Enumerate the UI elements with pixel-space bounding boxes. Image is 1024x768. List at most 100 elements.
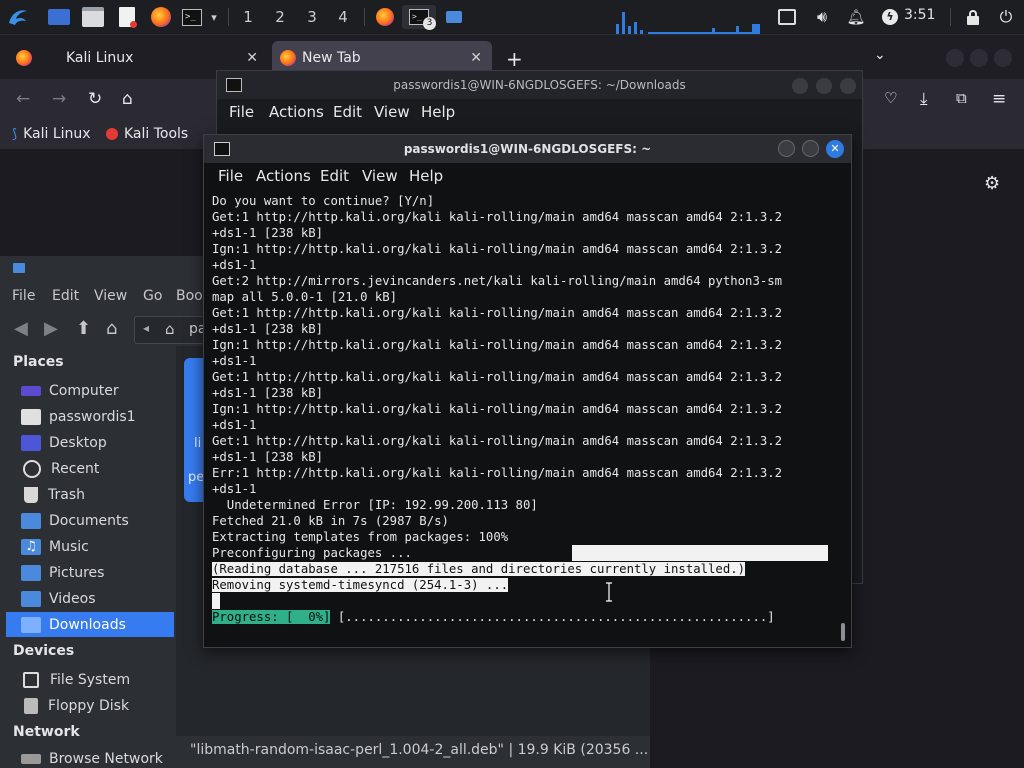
reload-icon[interactable]: ↻ — [88, 89, 102, 109]
gear-icon[interactable]: ⚙ — [984, 173, 1000, 194]
menu-view[interactable]: View — [362, 167, 398, 185]
terminal-line: +ds1-1 [238 kB] — [212, 450, 324, 464]
desktop-icon[interactable] — [46, 5, 72, 29]
workspace-2[interactable]: 2 — [267, 6, 293, 28]
maximize-button[interactable] — [802, 140, 819, 157]
sidebar-item-file-system[interactable]: File System — [6, 667, 174, 692]
menu-file[interactable]: File — [218, 167, 243, 185]
up-arrow-icon[interactable]: ⬆ — [76, 318, 91, 339]
fm-menu-file[interactable]: File — [12, 288, 35, 304]
bookmark-kali-tools[interactable]: Kali Tools — [106, 126, 188, 142]
terminal-output[interactable]: Do you want to continue? [Y/n] Get:1 http… — [212, 193, 838, 643]
close-button[interactable] — [840, 78, 856, 94]
dropdown-icon[interactable]: ▾ — [206, 5, 222, 29]
terminal-line: Fetched 21.0 kB in 7s (2987 B/s) — [212, 514, 449, 528]
home-icon[interactable]: ⌂ — [106, 318, 117, 339]
terminal-line: Get:1 http://http.kali.org/kali kali-rol… — [212, 434, 783, 448]
bookmark-kali-linux[interactable]: ⟆ Kali Linux — [12, 126, 91, 142]
close-button[interactable]: ✕ — [826, 140, 844, 158]
sidebar-item-recent[interactable]: Recent — [6, 456, 174, 481]
close-tab-icon[interactable]: ✕ — [246, 50, 258, 66]
menu-edit[interactable]: Edit — [333, 103, 362, 121]
fm-menu-view[interactable]: View — [94, 288, 127, 304]
terminal-menubar: File Actions Edit View Help — [217, 99, 862, 125]
screen-icon[interactable] — [776, 5, 798, 29]
terminal-line: +ds1-1 — [212, 258, 257, 272]
chevron-left-icon[interactable]: ◂ — [143, 321, 149, 335]
cpu-graph-icon — [616, 12, 760, 34]
minimize-button[interactable] — [778, 140, 795, 157]
menu-file[interactable]: File — [229, 103, 254, 121]
back-icon[interactable]: ← — [16, 89, 30, 109]
maximize-button[interactable] — [816, 78, 832, 94]
sidebar-item-downloads[interactable]: Downloads — [6, 612, 174, 637]
home-icon[interactable]: ⌂ — [122, 89, 133, 109]
selected-line: (Reading database ... 217516 files and d… — [212, 545, 838, 577]
desktop-icon — [21, 434, 41, 451]
maximize-button[interactable] — [970, 49, 988, 67]
kali-menu-icon[interactable] — [4, 5, 32, 29]
forward-icon[interactable]: → — [52, 89, 66, 109]
file-manager-icon[interactable] — [80, 5, 106, 29]
panel-divider — [228, 8, 229, 26]
forward-icon[interactable]: ▶ — [44, 318, 58, 339]
fm-menu-go[interactable]: Go — [143, 288, 162, 304]
sidebar-item-computer[interactable]: Computer — [6, 378, 174, 403]
clock[interactable]: 3:51 — [904, 7, 935, 23]
workspace-4[interactable]: 4 — [330, 6, 356, 28]
close-tab-icon[interactable]: ✕ — [470, 50, 482, 66]
sidebar-item-documents[interactable]: Documents — [6, 508, 174, 533]
documents-folder-icon — [21, 512, 41, 529]
sidebar-item-desktop[interactable]: Desktop — [6, 430, 174, 455]
terminal-count-badge: 3 — [423, 17, 436, 30]
back-icon[interactable]: ◀ — [14, 318, 28, 339]
bell-icon[interactable]: 🔔︎ — [845, 5, 867, 29]
terminal-line: Do you want to continue? [Y/n] — [212, 194, 435, 208]
minimize-button[interactable] — [792, 78, 808, 94]
sidebar-item-pictures[interactable]: Pictures — [6, 560, 174, 585]
new-tab-button[interactable]: + — [506, 47, 523, 71]
terminal-line: Ign:1 http://http.kali.org/kali kali-rol… — [212, 242, 783, 256]
fm-menu-edit[interactable]: Edit — [52, 288, 79, 304]
menu-actions[interactable]: Actions — [269, 103, 324, 121]
extensions-icon[interactable]: ⧉ — [956, 89, 967, 107]
text-editor-icon[interactable] — [114, 5, 140, 29]
menu-help[interactable]: Help — [421, 103, 455, 121]
music-folder-icon: ♫ — [21, 538, 41, 555]
logout-icon[interactable]: ⏻ — [995, 5, 1017, 29]
workspace-1[interactable]: 1 — [235, 6, 261, 28]
workspace-3[interactable]: 3 — [299, 6, 325, 28]
downloads-icon[interactable]: ⤓ — [920, 89, 928, 109]
firefox-icon[interactable] — [148, 5, 174, 29]
progress-line: Progress: [ 0%] [.......................… — [212, 609, 838, 625]
menu-help[interactable]: Help — [409, 167, 443, 185]
hamburger-menu-icon[interactable]: ≡ — [992, 89, 1006, 109]
terminal-icon[interactable]: >_ — [180, 5, 204, 29]
sidebar-item-home[interactable]: passwordis1 — [6, 404, 174, 429]
lock-icon[interactable] — [962, 5, 984, 29]
terminal-scrollbar[interactable] — [841, 623, 845, 641]
sidebar-item-music[interactable]: ♫ Music — [6, 534, 174, 559]
sidebar-item-browse-network[interactable]: Browse Network — [6, 748, 174, 768]
firefox-task-icon[interactable] — [372, 5, 398, 29]
sidebar-item-floppy-disk[interactable]: Floppy Disk — [6, 693, 174, 718]
close-button[interactable] — [994, 49, 1012, 67]
sidebar-item-videos[interactable]: Videos — [6, 586, 174, 611]
volume-icon[interactable]: 🔊︎ — [810, 5, 834, 29]
power-icon[interactable]: ϟ — [879, 5, 901, 29]
folder-task-icon[interactable] — [442, 5, 466, 29]
menu-actions[interactable]: Actions — [256, 167, 311, 185]
home-folder-icon — [21, 408, 41, 425]
status-text: "libmath-random-isaac-perl_1.004-2_all.d… — [190, 742, 649, 758]
terminal-line: Get:1 http://http.kali.org/kali kali-rol… — [212, 306, 783, 320]
menu-edit[interactable]: Edit — [320, 167, 349, 185]
fm-menu-bookmarks[interactable]: Boo — [176, 288, 203, 304]
terminal-task-icon[interactable]: >_ 3 — [402, 5, 436, 30]
minimize-button[interactable] — [946, 49, 964, 67]
pocket-icon[interactable]: ♡ — [884, 89, 897, 107]
downloads-folder-icon — [21, 616, 41, 633]
terminal-line: Get:1 http://http.kali.org/kali kali-rol… — [212, 370, 783, 384]
menu-view[interactable]: View — [374, 103, 410, 121]
sidebar-item-trash[interactable]: Trash — [6, 482, 174, 507]
chevron-down-icon[interactable]: ⌄ — [874, 47, 886, 63]
